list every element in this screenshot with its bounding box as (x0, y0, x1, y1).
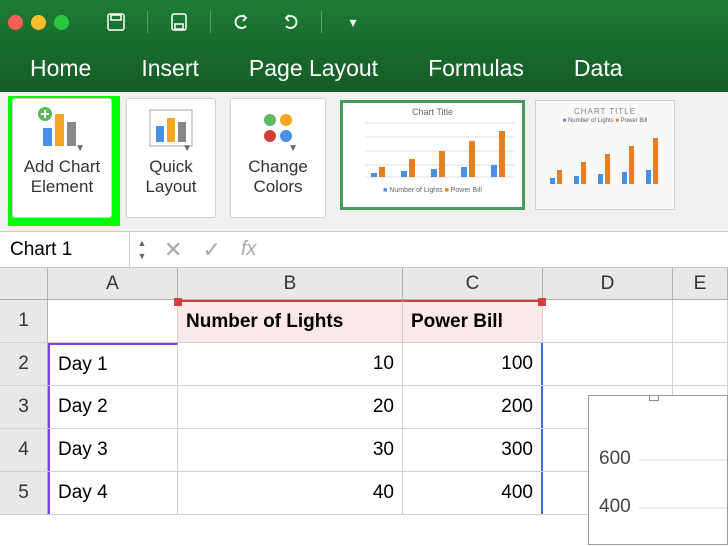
ribbon-tabs: Home Insert Page Layout Formulas Data (0, 44, 728, 92)
tab-insert[interactable]: Insert (141, 55, 199, 82)
traffic-lights (8, 15, 69, 30)
grid-row: 1 Number of Lights Power Bill (0, 300, 728, 343)
close-window-button[interactable] (8, 15, 23, 30)
cell-C1[interactable]: Power Bill (403, 300, 543, 342)
print-icon[interactable] (166, 9, 192, 35)
cell-C3[interactable]: 200 (403, 386, 543, 428)
row-header-2[interactable]: 2 (0, 343, 48, 385)
change-colors-button[interactable]: ▼ ChangeColors (230, 98, 326, 218)
change-colors-icon: ▼ (256, 103, 300, 153)
thumb2-title: CHART TITLE (536, 107, 674, 116)
formula-enter-icon[interactable]: ✓ (202, 237, 220, 263)
col-header-C[interactable]: C (403, 268, 543, 299)
cell-B5[interactable]: 40 (178, 472, 403, 514)
undo-icon[interactable] (229, 9, 255, 35)
cell-A1[interactable] (48, 300, 178, 342)
tab-formulas[interactable]: Formulas (428, 55, 524, 82)
quick-layout-button[interactable]: ▼ QuickLayout (126, 98, 216, 218)
chart-style-gallery: Chart Title ■ Number of Lights ■ Power B… (340, 100, 675, 210)
add-chart-element-label-2: Element (31, 177, 93, 196)
col-header-B[interactable]: B (178, 268, 403, 299)
formula-cancel-icon[interactable]: ✕ (164, 237, 182, 263)
embedded-chart[interactable]: 600 400 (588, 395, 728, 545)
cell-A4[interactable]: Day 3 (48, 429, 178, 471)
cell-D2[interactable] (543, 343, 673, 385)
select-all-corner[interactable] (0, 268, 48, 299)
row-header-5[interactable]: 5 (0, 472, 48, 514)
title-bar: ▾ (0, 0, 728, 44)
quick-layout-label-1: Quick (149, 157, 192, 176)
chevron-down-icon: ▼ (75, 143, 85, 154)
maximize-window-button[interactable] (54, 15, 69, 30)
quick-layout-icon: ▼ (148, 103, 194, 153)
cell-C4[interactable]: 300 (403, 429, 543, 471)
chevron-down-icon: ▼ (288, 143, 298, 154)
cell-E1[interactable] (673, 300, 728, 342)
column-headers: A B C D E (0, 268, 728, 300)
cell-C5[interactable]: 400 (403, 472, 543, 514)
ribbon-content: ▼ Add ChartElement ▼ QuickLayout ▼ Ch (0, 92, 728, 232)
add-chart-element-label-1: Add Chart (24, 157, 101, 176)
name-box-down[interactable]: ▼ (130, 250, 154, 263)
cell-A5[interactable]: Day 4 (48, 472, 178, 514)
add-chart-element-icon: ▼ (37, 103, 87, 153)
name-box-up[interactable]: ▲ (130, 237, 154, 250)
row-header-3[interactable]: 3 (0, 386, 48, 428)
cell-A2[interactable]: Day 1 (48, 343, 178, 385)
row-header-4[interactable]: 4 (0, 429, 48, 471)
cell-A3[interactable]: Day 2 (48, 386, 178, 428)
tab-page-layout[interactable]: Page Layout (249, 55, 378, 82)
cell-B4[interactable]: 30 (178, 429, 403, 471)
add-chart-element-button[interactable]: ▼ Add ChartElement (12, 98, 112, 218)
col-header-D[interactable]: D (543, 268, 673, 299)
chart-style-1[interactable]: Chart Title ■ Number of Lights ■ Power B… (340, 100, 525, 210)
minimize-window-button[interactable] (31, 15, 46, 30)
save-icon[interactable] (103, 9, 129, 35)
change-colors-label-2: Colors (253, 177, 302, 196)
cell-B1[interactable]: Number of Lights (178, 300, 403, 342)
row-header-1[interactable]: 1 (0, 300, 48, 342)
qat-customize-icon[interactable]: ▾ (340, 9, 366, 35)
cell-D1[interactable] (543, 300, 673, 342)
fx-icon[interactable]: fx (241, 238, 257, 261)
quick-layout-label-2: Layout (145, 177, 196, 196)
thumb1-title: Chart Title (341, 107, 524, 117)
grid-row: 2 Day 1 10 100 (0, 343, 728, 386)
cell-E2[interactable] (673, 343, 728, 385)
chart-style-2[interactable]: CHART TITLE ■ Number of Lights ■ Power B… (535, 100, 675, 210)
col-header-E[interactable]: E (673, 268, 728, 299)
thumb1-legend: ■ Number of Lights ■ Power Bill (341, 187, 524, 194)
cell-C2[interactable]: 100 (403, 343, 543, 385)
name-box[interactable]: Chart 1 (0, 232, 130, 267)
cell-B2[interactable]: 10 (178, 343, 403, 385)
chevron-down-icon: ▼ (182, 143, 192, 154)
redo-icon[interactable] (277, 9, 303, 35)
name-box-stepper: ▲ ▼ (130, 237, 154, 263)
formula-bar-row: Chart 1 ▲ ▼ ✕ ✓ fx (0, 232, 728, 268)
col-header-A[interactable]: A (48, 268, 178, 299)
tab-home[interactable]: Home (30, 55, 91, 82)
change-colors-label-1: Change (248, 157, 308, 176)
tab-data[interactable]: Data (574, 55, 623, 82)
cell-B3[interactable]: 20 (178, 386, 403, 428)
